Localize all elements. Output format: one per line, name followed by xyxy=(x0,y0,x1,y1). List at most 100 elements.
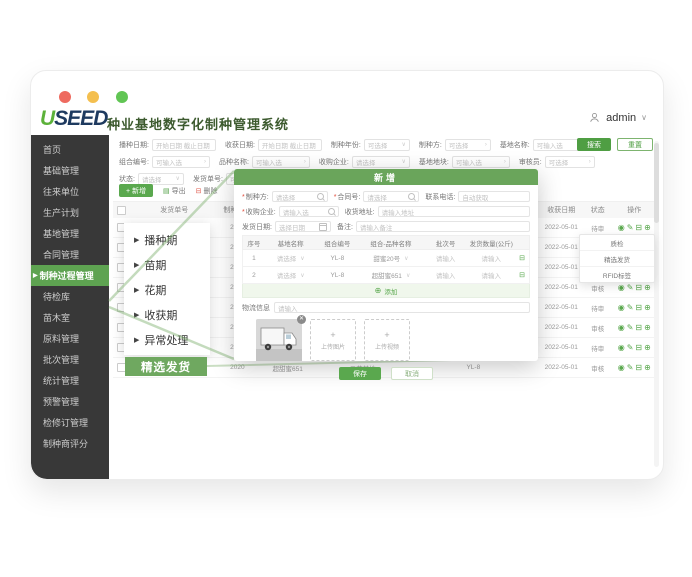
close-window-icon[interactable] xyxy=(59,91,71,103)
delete-icon[interactable]: ⊟ xyxy=(635,363,642,372)
row-menu-item-0[interactable]: 质检 xyxy=(580,235,654,251)
cancel-button[interactable]: 取消 xyxy=(391,367,433,380)
edit-icon[interactable]: ✎ xyxy=(627,363,634,372)
add-button[interactable]: + 新增 xyxy=(119,184,153,197)
add-row-button[interactable]: ⊕添加 xyxy=(242,284,530,298)
sidebar-item-3[interactable]: 生产计划 xyxy=(31,202,109,223)
scrollbar[interactable] xyxy=(654,141,659,467)
more-actions-icon[interactable]: ⊕ xyxy=(644,343,651,352)
base-select-cell[interactable]: 请选择∨ xyxy=(265,270,317,280)
flow-stage-2[interactable]: ▶花期 xyxy=(134,277,210,302)
filter-input[interactable]: 可输入选› xyxy=(252,156,310,168)
filter-input[interactable]: 开始日期 截止日期 xyxy=(152,139,216,151)
edit-icon[interactable]: ✎ xyxy=(627,283,634,292)
edit-icon[interactable]: ✎ xyxy=(627,323,634,332)
variety-select-cell[interactable]: 超甜蜜651∨ xyxy=(358,270,424,280)
remove-photo-icon[interactable]: ✕ xyxy=(297,315,306,324)
delete-icon[interactable]: ⊟ xyxy=(635,343,642,352)
view-icon[interactable]: ◉ xyxy=(618,223,625,232)
sidebar-item-11[interactable]: 统计管理 xyxy=(31,370,109,391)
row-menu-item-1[interactable]: 精选发货 xyxy=(580,251,654,267)
select-all-checkbox[interactable] xyxy=(117,206,126,215)
reset-button[interactable]: 重置 xyxy=(617,138,653,151)
upload-video-button[interactable]: + 上传视频 xyxy=(364,319,410,361)
filter-input[interactable]: 请选择∨ xyxy=(138,173,184,185)
trash-icon[interactable]: ⊟ xyxy=(519,271,525,279)
delete-icon[interactable]: ⊟ xyxy=(635,303,642,312)
modal-input[interactable]: 请选择 xyxy=(363,191,419,202)
sidebar-item-14[interactable]: 制种商评分 xyxy=(31,433,109,454)
more-actions-icon[interactable]: ⊕ xyxy=(644,223,651,232)
modal-input[interactable]: 自动获取 xyxy=(458,191,530,202)
batch-input-cell[interactable]: 请输入 xyxy=(424,270,468,280)
flow-stage-0[interactable]: ▶播种期 xyxy=(134,227,210,252)
more-actions-icon[interactable]: ⊕ xyxy=(644,323,651,332)
minimize-window-icon[interactable] xyxy=(87,91,99,103)
sidebar-item-8[interactable]: 苗木室 xyxy=(31,307,109,328)
filter-input[interactable]: 可输入选› xyxy=(152,156,210,168)
more-actions-icon[interactable]: ⊕ xyxy=(644,363,651,372)
filter-input[interactable]: 可选择› xyxy=(545,156,595,168)
modal-input[interactable]: 请输入备注 xyxy=(356,221,530,232)
chevron-down-icon: ∨ xyxy=(641,113,647,122)
sidebar-item-9[interactable]: 原料管理 xyxy=(31,328,109,349)
modal-input[interactable]: 请输入选 xyxy=(279,206,339,217)
sidebar-item-6[interactable]: ▶制种过程管理 xyxy=(31,265,109,286)
sidebar-item-13[interactable]: 检修订管理 xyxy=(31,412,109,433)
sidebar-item-7[interactable]: 待检库 xyxy=(31,286,109,307)
view-icon[interactable]: ◉ xyxy=(618,323,625,332)
delete-icon[interactable]: ⊟ xyxy=(635,323,642,332)
filter-input[interactable]: 可选择› xyxy=(445,139,491,151)
row-menu-item-2[interactable]: RFID标签 xyxy=(580,267,654,282)
qty-input-cell[interactable]: 请输入 xyxy=(467,270,515,280)
sidebar-item-5[interactable]: 合同管理 xyxy=(31,244,109,265)
sidebar-item-12[interactable]: 预警管理 xyxy=(31,391,109,412)
flow-stage-4[interactable]: ▶异常处理 xyxy=(134,327,210,352)
plus-icon: ⊕ xyxy=(375,286,382,295)
filter-field-审核员: 审核员:可选择› xyxy=(519,156,595,168)
qty-input-cell[interactable]: 请输入 xyxy=(467,253,515,263)
filter-input[interactable]: 开始日期 截止日期 xyxy=(258,139,322,151)
logistics-input[interactable]: 请输入 xyxy=(274,302,530,313)
edit-icon[interactable]: ✎ xyxy=(627,223,634,232)
delete-icon[interactable]: ⊟ xyxy=(635,283,642,292)
filter-input[interactable]: 请选择∨ xyxy=(352,156,410,168)
maximize-window-icon[interactable] xyxy=(116,91,128,103)
export-button[interactable]: ▤ 导出 xyxy=(163,186,186,196)
view-icon[interactable]: ◉ xyxy=(618,343,625,352)
scrollbar-thumb[interactable] xyxy=(654,143,659,223)
flow-stage-3[interactable]: ▶收获期 xyxy=(134,302,210,327)
edit-icon[interactable]: ✎ xyxy=(627,343,634,352)
more-actions-icon[interactable]: ⊕ xyxy=(644,303,651,312)
sidebar-item-0[interactable]: 首页 xyxy=(31,139,109,160)
trash-icon[interactable]: ⊟ xyxy=(519,254,525,262)
view-icon[interactable]: ◉ xyxy=(618,363,625,372)
filter-label: 品种名称: xyxy=(219,157,249,167)
view-icon[interactable]: ◉ xyxy=(618,283,625,292)
variety-select-cell[interactable]: 甜蜜20号∨ xyxy=(358,253,424,263)
modal-input[interactable]: 选择日期 xyxy=(275,221,331,232)
search-button[interactable]: 搜索 xyxy=(577,138,611,151)
view-icon[interactable]: ◉ xyxy=(618,303,625,312)
sidebar-item-2[interactable]: 往来单位 xyxy=(31,181,109,202)
modal-input[interactable]: 请选择 xyxy=(272,191,328,202)
more-actions-icon[interactable]: ⊕ xyxy=(644,283,651,292)
delete-button[interactable]: ⊟ 删除 xyxy=(196,186,218,196)
base-select-cell[interactable]: 请选择∨ xyxy=(265,253,317,263)
selected-shipping-tag[interactable]: 精选发货 xyxy=(125,357,207,376)
sidebar-item-4[interactable]: 基地管理 xyxy=(31,223,109,244)
sidebar-item-1[interactable]: 基础管理 xyxy=(31,160,109,181)
placeholder-text: 请选择 xyxy=(142,174,162,184)
user-menu[interactable]: admin ∨ xyxy=(588,111,647,124)
modal-input[interactable]: 请输入地址 xyxy=(378,206,530,217)
filter-input[interactable]: 可输入选› xyxy=(452,156,510,168)
batch-input-cell[interactable]: 请输入 xyxy=(424,253,468,263)
upload-image-button[interactable]: + 上传图片 xyxy=(310,319,356,361)
filter-input[interactable]: 可选择∨ xyxy=(364,139,410,151)
flow-stage-1[interactable]: ▶苗期 xyxy=(134,252,210,277)
save-button[interactable]: 保存 xyxy=(339,367,381,380)
delete-icon[interactable]: ⊟ xyxy=(635,223,642,232)
sidebar-item-10[interactable]: 批次管理 xyxy=(31,349,109,370)
truck-photo-thumbnail[interactable]: ✕ xyxy=(256,319,302,361)
edit-icon[interactable]: ✎ xyxy=(627,303,634,312)
